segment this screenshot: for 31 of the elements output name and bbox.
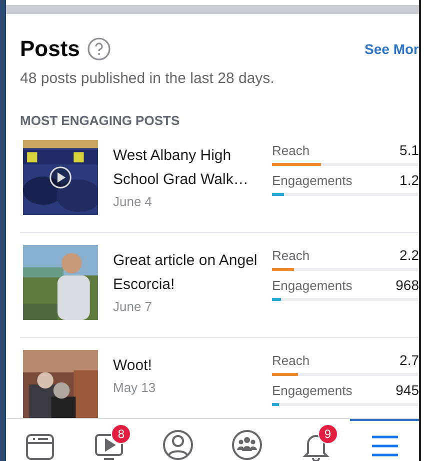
metric-label: Reach [272,143,310,158]
metric-value: 2.7 [400,352,419,368]
watch-tab[interactable]: 8 [74,419,144,461]
notification-badge: 9 [318,424,338,444]
see-more-link[interactable]: See Mor [364,41,419,57]
notification-badge: 8 [111,424,132,444]
metric-label: Engagements [272,383,352,398]
subtitle: 48 posts published in the last 28 days. [20,70,276,87]
section-title: Posts [20,36,80,62]
list-heading: MOST ENGAGING POSTS [20,113,181,128]
news-feed-icon [25,431,56,461]
metric-label: Reach [272,353,310,368]
post-date: June 4 [113,194,154,209]
metric-label: Engagements [272,278,352,293]
metric-value: 968 [396,277,419,293]
post-title[interactable]: Woot! [113,354,259,378]
profile-icon [162,429,194,461]
post-date: June 7 [113,299,154,314]
metric-value: 5.1 [400,142,419,158]
post-date: May 13 [113,380,157,395]
metric-value: 2.2 [400,247,419,263]
video-icon [94,431,124,461]
post-title[interactable]: Great article on Angel Escorcia! [113,249,259,297]
metric-label: Reach [272,248,310,263]
groups-icon [230,429,263,461]
help-icon[interactable] [86,37,111,61]
metric-label: Engagements [272,173,352,188]
bell-tab[interactable]: 9 [281,419,350,461]
post-title[interactable]: West Albany High School Grad Walk… [113,144,259,192]
metric-value: 1.2 [400,172,419,188]
metric-value: 945 [396,382,419,398]
